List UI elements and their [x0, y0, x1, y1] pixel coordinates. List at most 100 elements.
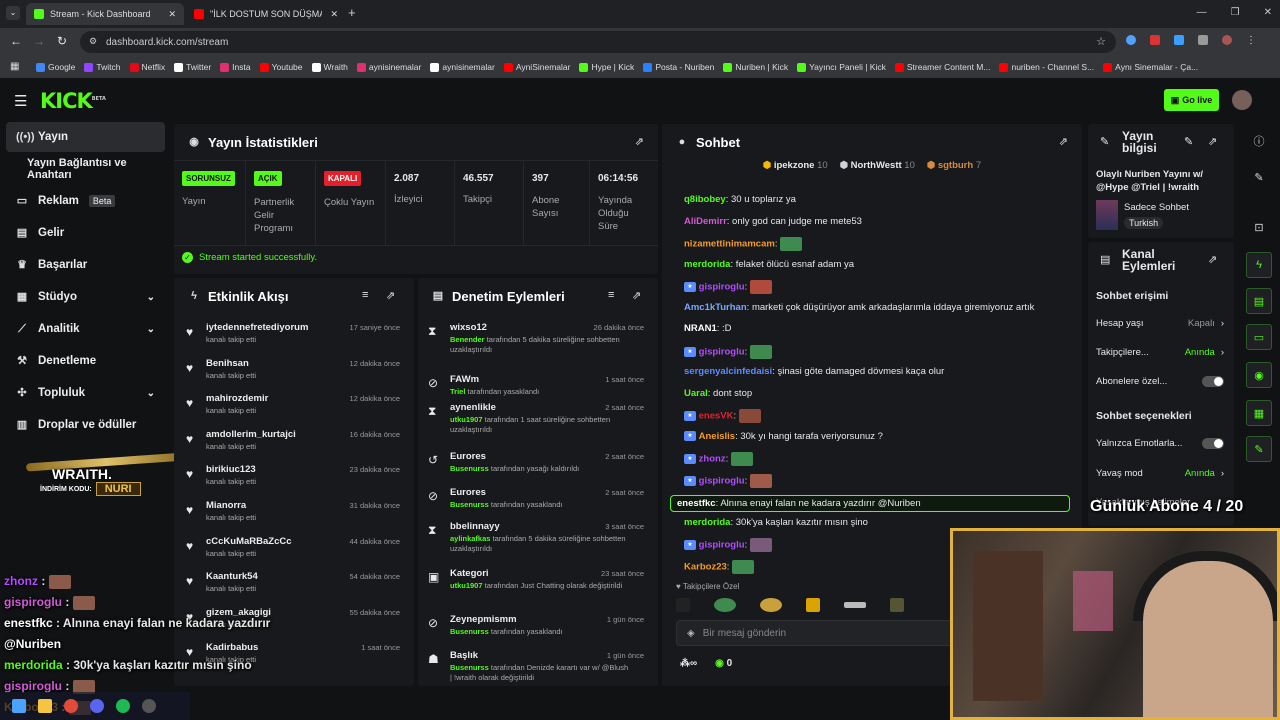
subs-only-row[interactable]: Abonelere özel... — [1096, 376, 1224, 387]
chat-message[interactable]: AliDemirr: only god can judge me mete53 — [670, 216, 900, 236]
bookmark-item[interactable]: AyniSinemalar — [503, 62, 570, 72]
forward-icon[interactable]: → — [33, 34, 45, 48]
moderation-row[interactable]: ☗ Başlık Busenurss tarafından Denizde kara… — [426, 650, 648, 686]
chat-username[interactable]: merdorida — [684, 517, 730, 528]
activity-row[interactable]: ♥ Benihsan kanalı takip etti 12 dakika önce — [182, 358, 404, 392]
bookmark-item[interactable]: Twitch — [84, 62, 121, 72]
avatar-icon[interactable] — [1222, 35, 1232, 45]
minimize-icon[interactable]: — — [1197, 7, 1207, 18]
bolt-icon[interactable]: ϟ — [1246, 252, 1272, 278]
sidebar-item-basarilar[interactable]: ♛ Başarılar — [6, 250, 165, 280]
moderation-row[interactable]: ⧗ bbelinnayy aylinkafkas tarafından 5 daki… — [426, 521, 648, 565]
bookmark-item[interactable]: aynisinemalar — [356, 62, 421, 72]
emotes-only-row[interactable]: Yalnızca Emotlarla... — [1096, 438, 1224, 449]
bookmark-item[interactable]: Aynı Sinemalar - Ça... — [1103, 62, 1198, 72]
chat-username[interactable]: sergenyalcinfedaisi — [684, 366, 772, 377]
sidebar-item-topluluk[interactable]: ✣ Topluluk ⌄ — [6, 378, 165, 408]
document-icon[interactable]: ▤ — [1246, 288, 1272, 314]
chat-icon[interactable]: ▭ — [1246, 324, 1272, 350]
close-window-icon[interactable]: ✕ — [1264, 7, 1272, 18]
chat-username[interactable]: AliDemirr — [684, 216, 727, 227]
chat-message[interactable]: ★ gispiroglu: — [670, 344, 900, 365]
moderation-row[interactable]: ⧗ aynenlikle utku1907 tarafından 1 saat sü… — [426, 402, 648, 446]
chat-message[interactable]: q8ibobey: 30 u toplarız ya — [670, 194, 900, 214]
chat-username[interactable]: enesVK — [699, 411, 734, 422]
crown-icon[interactable] — [806, 598, 820, 612]
chat-message[interactable]: ★ gispiroglu: — [670, 280, 900, 300]
popout-icon[interactable]: ⇗ — [632, 289, 641, 302]
hamburger-menu-icon[interactable]: ☰ — [14, 92, 27, 110]
chat-username[interactable]: gispiroglu — [699, 282, 745, 293]
gifter-2[interactable]: ⬢ NorthWestt 10 — [840, 160, 915, 178]
reload-icon[interactable]: ↻ — [57, 34, 67, 48]
sidebar-item-reklam[interactable]: ▭ Reklam Beta — [6, 186, 165, 216]
chat-message[interactable]: ★ gispiroglu: — [670, 473, 900, 494]
emotes-only-toggle[interactable] — [1202, 438, 1224, 449]
bookmark-item[interactable]: Posta - Nuriben — [643, 62, 714, 72]
go-live-button[interactable]: ▣ Go live — [1164, 89, 1219, 111]
bookmark-item[interactable]: Youtube — [259, 62, 303, 72]
activity-row[interactable]: ♥ birikiuc123 kanalı takip etti 23 dakika ö… — [182, 464, 404, 498]
category-name[interactable]: Sadece Sohbet — [1124, 202, 1189, 213]
puzzle-icon[interactable] — [1198, 35, 1208, 45]
bookmark-item[interactable]: Streamer Content M... — [894, 62, 990, 72]
edit-icon[interactable]: ✎ — [1184, 135, 1193, 148]
infinity-icon[interactable]: ⁂∞ — [680, 658, 697, 669]
activity-row[interactable]: ♥ amdollerim_kurtajci kanalı takip etti 16 … — [182, 429, 404, 463]
sidebar-item-yayin[interactable]: ((•)) Yayın — [6, 122, 165, 152]
bookmark-item[interactable]: Netflix — [129, 62, 165, 72]
chat-message[interactable]: merdorida: 30k'ya kaşları kazıtır mısın … — [670, 517, 900, 537]
filter-icon[interactable]: ≡ — [362, 289, 368, 301]
bookmark-item[interactable]: Twitter — [174, 62, 211, 72]
wrench-icon[interactable]: ✎ — [1246, 436, 1272, 462]
shield-icon[interactable] — [1174, 35, 1184, 45]
activity-row[interactable]: ♥ iytedennefretediyorum kanalı takip etti 1… — [182, 322, 404, 356]
menu-dots-icon[interactable]: ⋮ — [1246, 35, 1256, 46]
back-icon[interactable]: ← — [10, 34, 22, 48]
emote-icon[interactable] — [760, 598, 782, 612]
star-icon[interactable]: ☆ — [1096, 35, 1106, 48]
edit-icon[interactable]: ✎ — [1246, 164, 1272, 190]
followers-row[interactable]: Takipçilere... Anında › — [1096, 347, 1224, 358]
start-icon[interactable] — [12, 699, 26, 713]
activity-row[interactable]: ♥ cCcKuMaRBaZcCc kanalı takip etti 44 dakik… — [182, 536, 404, 570]
bookmark-item[interactable]: Google — [36, 62, 75, 72]
chat-username[interactable]: gispiroglu — [699, 475, 745, 486]
sidebar-item-stream-key[interactable]: Yayın Bağlantısı ve Anahtarı — [6, 154, 165, 184]
sidebar-item-droplar[interactable]: ▥ Droplar ve ödüller — [6, 410, 165, 440]
popout-icon[interactable]: ⇗ — [1208, 253, 1217, 266]
chat-message[interactable]: Amc1kTurhan: marketi çok düşürüyor amk a… — [670, 302, 1034, 322]
tab-youtube-video[interactable]: "İLK DOSTUM SON DÜŞMANIM ✕ — [186, 3, 346, 25]
chat-message[interactable]: nizamettinimamcam: — [670, 237, 900, 257]
chat-username[interactable]: enestfkc — [677, 498, 716, 509]
chat-username[interactable]: zhonz — [699, 454, 726, 465]
apps-grid-icon[interactable]: ▦ — [10, 61, 19, 72]
sidebar-item-denetleme[interactable]: ⚒ Denetleme — [6, 346, 165, 376]
emote-icon[interactable] — [844, 602, 866, 608]
chat-message[interactable]: ★ enesVK: — [670, 409, 900, 429]
close-icon[interactable]: ✕ — [168, 9, 176, 20]
popout-icon[interactable]: ⇗ — [1208, 135, 1217, 148]
kick-points[interactable]: ◉ 0 — [715, 658, 732, 669]
tab-kick-dashboard[interactable]: Stream - Kick Dashboard ✕ — [26, 3, 184, 25]
chat-message[interactable]: sergenyalcinfedaisi: şinasi göte damaged… — [670, 366, 944, 386]
info-icon[interactable]: ⓘ — [1246, 128, 1272, 154]
chat-username[interactable]: nizamettinimamcam — [684, 239, 775, 250]
chat-message[interactable]: ★ Aneislis: 30k yı hangi tarafa veriyors… — [670, 431, 900, 451]
chat-message[interactable]: Uaral: dont stop — [670, 388, 900, 408]
bookmark-item[interactable]: Yayıncı Paneli | Kick — [797, 62, 886, 72]
extension-icon[interactable] — [1150, 35, 1160, 45]
gifter-1[interactable]: ⬢ ipekzone 10 — [763, 160, 828, 178]
chat-username[interactable]: Amc1kTurhan — [684, 302, 747, 313]
maximize-icon[interactable]: ❐ — [1231, 7, 1240, 18]
kick-logo[interactable]: KICKBETA — [40, 89, 106, 113]
emote-icon[interactable] — [890, 598, 904, 612]
chat-username[interactable]: gispiroglu — [699, 540, 745, 551]
chat-message[interactable]: enestfkc: Alnına enayi falan ne kadara y… — [670, 495, 1070, 515]
chat-username[interactable]: Karboz23 — [684, 561, 727, 572]
tab-search-button[interactable]: ⌄ — [6, 6, 20, 20]
moderation-row[interactable]: ▣ Kategori utku1907 tarafından Just Chatti… — [426, 568, 648, 612]
layers-icon[interactable]: ▦ — [1246, 400, 1272, 426]
sidebar-item-studyo[interactable]: ▦ Stüdyo ⌄ — [6, 282, 165, 312]
url-input[interactable]: ⚙ dashboard.kick.com/stream ☆ — [80, 31, 1116, 53]
